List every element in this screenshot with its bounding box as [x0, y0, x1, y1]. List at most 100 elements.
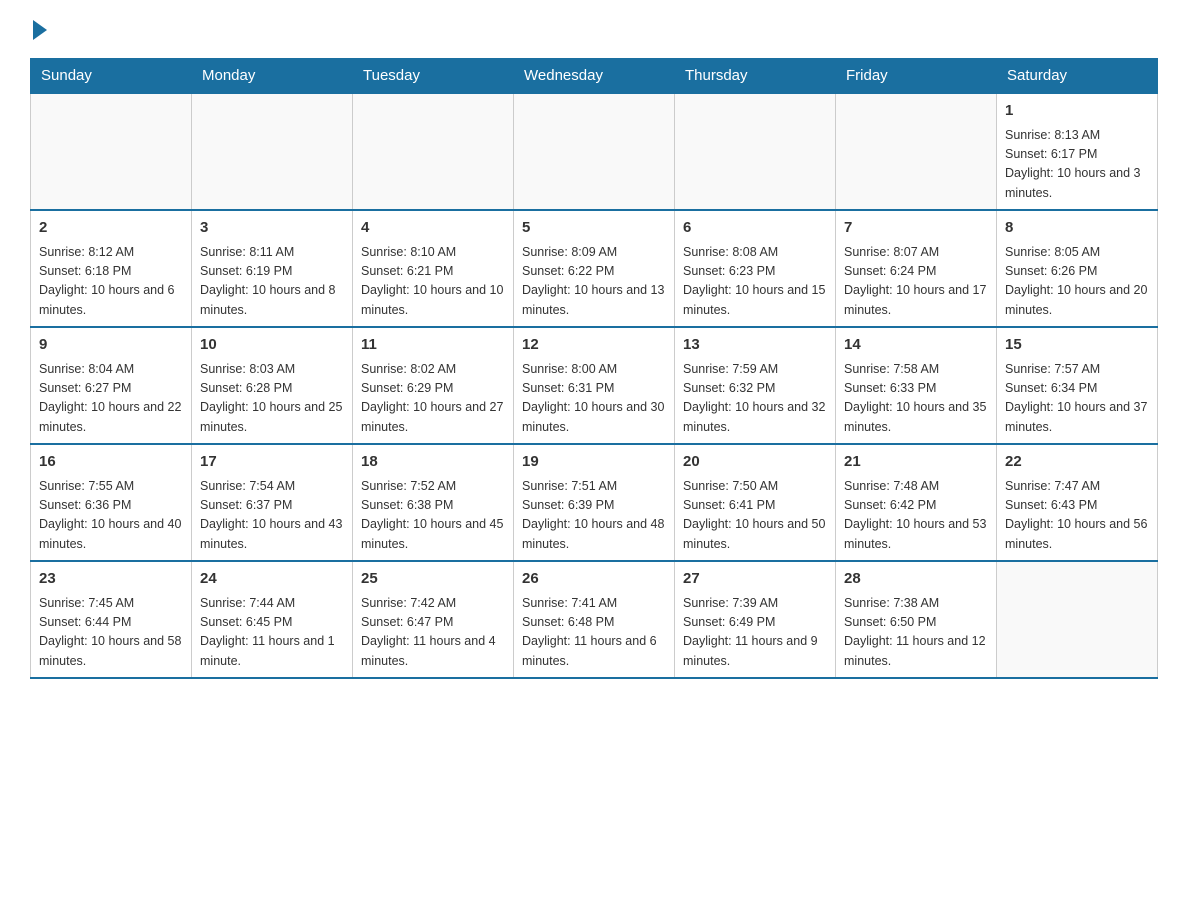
day-info: Sunrise: 8:10 AMSunset: 6:21 PMDaylight:… [361, 243, 505, 321]
calendar-cell: 13 Sunrise: 7:59 AMSunset: 6:32 PMDayligh… [675, 327, 836, 444]
day-info: Sunrise: 8:00 AMSunset: 6:31 PMDaylight:… [522, 360, 666, 438]
day-info: Sunrise: 8:03 AMSunset: 6:28 PMDaylight:… [200, 360, 344, 438]
calendar-week-row: 1 Sunrise: 8:13 AMSunset: 6:17 PMDaylight… [31, 93, 1158, 210]
calendar-cell: 12 Sunrise: 8:00 AMSunset: 6:31 PMDayligh… [514, 327, 675, 444]
day-number: 7 [844, 217, 988, 240]
calendar-cell: 3 Sunrise: 8:11 AMSunset: 6:19 PMDaylight… [192, 210, 353, 327]
day-number: 9 [39, 334, 183, 357]
calendar-cell [192, 93, 353, 210]
day-info: Sunrise: 7:39 AMSunset: 6:49 PMDaylight:… [683, 594, 827, 672]
day-number: 13 [683, 334, 827, 357]
day-info: Sunrise: 8:04 AMSunset: 6:27 PMDaylight:… [39, 360, 183, 438]
day-info: Sunrise: 8:07 AMSunset: 6:24 PMDaylight:… [844, 243, 988, 321]
day-number: 21 [844, 451, 988, 474]
day-info: Sunrise: 7:50 AMSunset: 6:41 PMDaylight:… [683, 477, 827, 555]
calendar-week-row: 23 Sunrise: 7:45 AMSunset: 6:44 PMDayligh… [31, 561, 1158, 678]
day-number: 3 [200, 217, 344, 240]
calendar-cell [836, 93, 997, 210]
calendar-cell: 28 Sunrise: 7:38 AMSunset: 6:50 PMDayligh… [836, 561, 997, 678]
day-info: Sunrise: 7:51 AMSunset: 6:39 PMDaylight:… [522, 477, 666, 555]
calendar-cell [353, 93, 514, 210]
calendar-cell: 21 Sunrise: 7:48 AMSunset: 6:42 PMDayligh… [836, 444, 997, 561]
calendar-cell [997, 561, 1158, 678]
day-info: Sunrise: 7:41 AMSunset: 6:48 PMDaylight:… [522, 594, 666, 672]
calendar-cell: 11 Sunrise: 8:02 AMSunset: 6:29 PMDayligh… [353, 327, 514, 444]
day-info: Sunrise: 8:02 AMSunset: 6:29 PMDaylight:… [361, 360, 505, 438]
day-number: 16 [39, 451, 183, 474]
calendar-cell: 19 Sunrise: 7:51 AMSunset: 6:39 PMDayligh… [514, 444, 675, 561]
day-number: 10 [200, 334, 344, 357]
day-number: 5 [522, 217, 666, 240]
calendar-cell: 26 Sunrise: 7:41 AMSunset: 6:48 PMDayligh… [514, 561, 675, 678]
column-header-saturday: Saturday [997, 59, 1158, 94]
calendar-cell: 8 Sunrise: 8:05 AMSunset: 6:26 PMDaylight… [997, 210, 1158, 327]
day-number: 27 [683, 568, 827, 591]
day-number: 2 [39, 217, 183, 240]
day-number: 14 [844, 334, 988, 357]
calendar-cell: 17 Sunrise: 7:54 AMSunset: 6:37 PMDayligh… [192, 444, 353, 561]
day-info: Sunrise: 7:45 AMSunset: 6:44 PMDaylight:… [39, 594, 183, 672]
day-info: Sunrise: 7:55 AMSunset: 6:36 PMDaylight:… [39, 477, 183, 555]
calendar-cell: 6Sunrise: 8:08 AMSunset: 6:23 PMDaylight… [675, 210, 836, 327]
day-info: Sunrise: 8:13 AMSunset: 6:17 PMDaylight:… [1005, 126, 1149, 204]
column-header-tuesday: Tuesday [353, 59, 514, 94]
day-number: 28 [844, 568, 988, 591]
calendar-header-row: SundayMondayTuesdayWednesdayThursdayFrid… [31, 59, 1158, 94]
calendar-cell: 10 Sunrise: 8:03 AMSunset: 6:28 PMDayligh… [192, 327, 353, 444]
calendar-week-row: 9 Sunrise: 8:04 AMSunset: 6:27 PMDaylight… [31, 327, 1158, 444]
day-info: Sunrise: 7:44 AMSunset: 6:45 PMDaylight:… [200, 594, 344, 672]
day-info: Sunrise: 7:59 AMSunset: 6:32 PMDaylight:… [683, 360, 827, 438]
day-info: Sunrise: 8:12 AMSunset: 6:18 PMDaylight:… [39, 243, 183, 321]
column-header-sunday: Sunday [31, 59, 192, 94]
day-number: 11 [361, 334, 505, 357]
day-number: 19 [522, 451, 666, 474]
day-info: Sunrise: 8:11 AMSunset: 6:19 PMDaylight:… [200, 243, 344, 321]
day-info: Sunrise: 7:38 AMSunset: 6:50 PMDaylight:… [844, 594, 988, 672]
calendar-cell [675, 93, 836, 210]
calendar-cell: 18Sunrise: 7:52 AMSunset: 6:38 PMDayligh… [353, 444, 514, 561]
day-number: 24 [200, 568, 344, 591]
calendar-cell: 20 Sunrise: 7:50 AMSunset: 6:41 PMDayligh… [675, 444, 836, 561]
logo-arrow-icon [33, 20, 47, 40]
day-number: 17 [200, 451, 344, 474]
column-header-thursday: Thursday [675, 59, 836, 94]
day-number: 6 [683, 217, 827, 240]
day-number: 12 [522, 334, 666, 357]
calendar-cell: 15Sunrise: 7:57 AMSunset: 6:34 PMDayligh… [997, 327, 1158, 444]
calendar-cell [514, 93, 675, 210]
day-info: Sunrise: 7:52 AMSunset: 6:38 PMDaylight:… [361, 477, 505, 555]
column-header-monday: Monday [192, 59, 353, 94]
day-number: 20 [683, 451, 827, 474]
day-number: 23 [39, 568, 183, 591]
logo [30, 20, 48, 40]
day-info: Sunrise: 7:58 AMSunset: 6:33 PMDaylight:… [844, 360, 988, 438]
calendar-cell: 16 Sunrise: 7:55 AMSunset: 6:36 PMDayligh… [31, 444, 192, 561]
day-info: Sunrise: 8:09 AMSunset: 6:22 PMDaylight:… [522, 243, 666, 321]
day-number: 4 [361, 217, 505, 240]
day-number: 15 [1005, 334, 1149, 357]
day-info: Sunrise: 8:05 AMSunset: 6:26 PMDaylight:… [1005, 243, 1149, 321]
calendar-week-row: 2 Sunrise: 8:12 AMSunset: 6:18 PMDaylight… [31, 210, 1158, 327]
day-number: 26 [522, 568, 666, 591]
calendar-table: SundayMondayTuesdayWednesdayThursdayFrid… [30, 58, 1158, 679]
calendar-cell: 1 Sunrise: 8:13 AMSunset: 6:17 PMDaylight… [997, 93, 1158, 210]
day-number: 1 [1005, 100, 1149, 123]
calendar-cell: 25 Sunrise: 7:42 AMSunset: 6:47 PMDayligh… [353, 561, 514, 678]
calendar-cell: 24 Sunrise: 7:44 AMSunset: 6:45 PMDayligh… [192, 561, 353, 678]
day-info: Sunrise: 7:42 AMSunset: 6:47 PMDaylight:… [361, 594, 505, 672]
calendar-cell: 23 Sunrise: 7:45 AMSunset: 6:44 PMDayligh… [31, 561, 192, 678]
column-header-friday: Friday [836, 59, 997, 94]
page-header [30, 20, 1158, 40]
calendar-cell: 4 Sunrise: 8:10 AMSunset: 6:21 PMDaylight… [353, 210, 514, 327]
calendar-cell: 9 Sunrise: 8:04 AMSunset: 6:27 PMDaylight… [31, 327, 192, 444]
day-number: 25 [361, 568, 505, 591]
day-info: Sunrise: 7:48 AMSunset: 6:42 PMDaylight:… [844, 477, 988, 555]
calendar-cell: 7 Sunrise: 8:07 AMSunset: 6:24 PMDaylight… [836, 210, 997, 327]
day-number: 8 [1005, 217, 1149, 240]
calendar-week-row: 16 Sunrise: 7:55 AMSunset: 6:36 PMDayligh… [31, 444, 1158, 561]
day-info: Sunrise: 7:54 AMSunset: 6:37 PMDaylight:… [200, 477, 344, 555]
calendar-cell: 27 Sunrise: 7:39 AMSunset: 6:49 PMDayligh… [675, 561, 836, 678]
day-number: 22 [1005, 451, 1149, 474]
calendar-cell: 2 Sunrise: 8:12 AMSunset: 6:18 PMDaylight… [31, 210, 192, 327]
calendar-cell [31, 93, 192, 210]
